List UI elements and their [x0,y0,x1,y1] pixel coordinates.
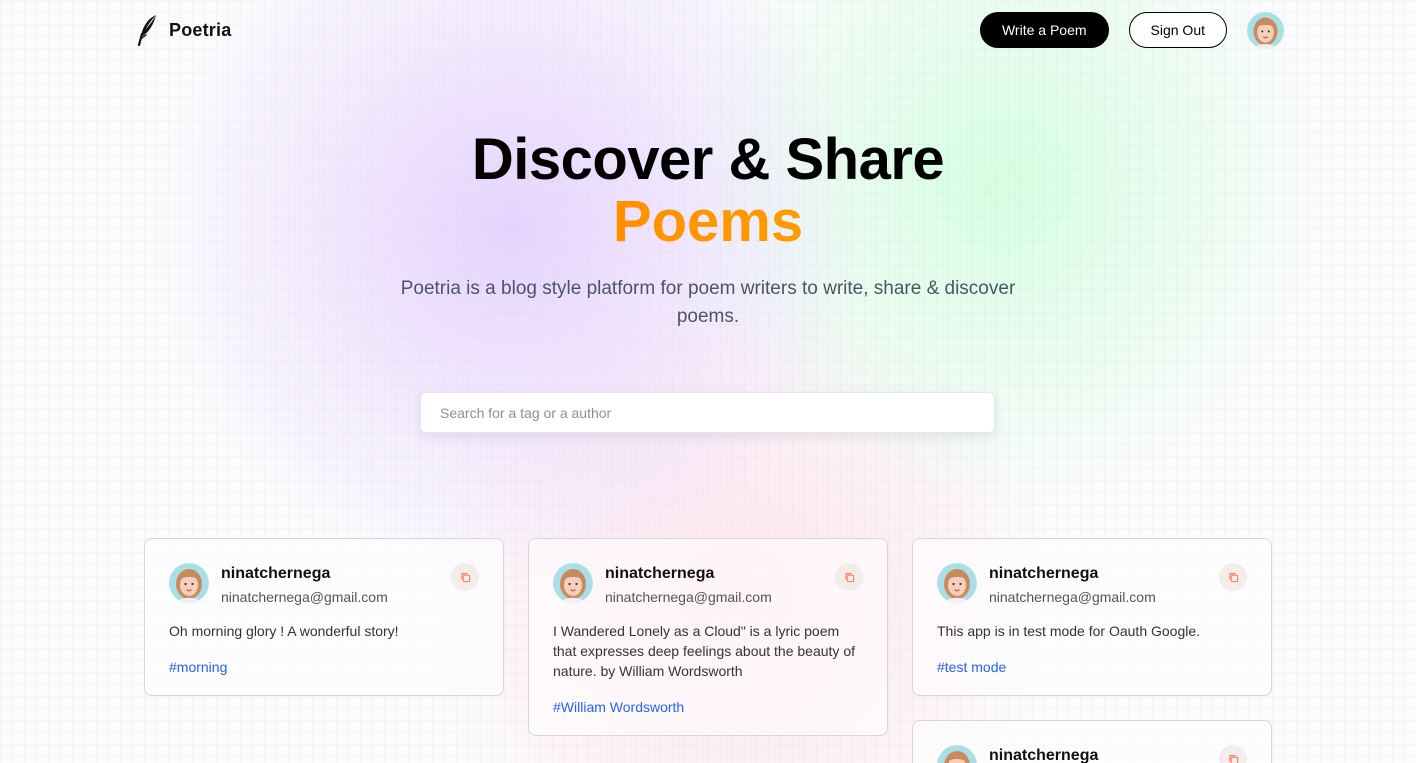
copy-button[interactable] [1219,563,1247,591]
copy-icon [1228,754,1238,763]
copy-button[interactable] [1219,745,1247,763]
card-header: ninatchernega [937,745,1247,763]
brand-link[interactable]: Poetria [137,14,231,46]
author-username[interactable]: ninatchernega [221,563,451,585]
profile-avatar[interactable] [1247,11,1284,49]
sign-out-button[interactable]: Sign Out [1128,12,1227,48]
poem-tag[interactable]: #William Wordsworth [553,697,684,717]
poem-text: I Wandered Lonely as a Cloud" is a lyric… [553,623,855,679]
author-username[interactable]: ninatchernega [605,563,835,585]
author-email: ninatchernega@gmail.com [605,589,772,605]
top-nav: Poetria Write a Poem Sign Out [137,11,1284,49]
copy-icon [844,572,854,582]
author-username[interactable]: ninatchernega [989,745,1219,763]
poem-tag[interactable]: #test mode [937,657,1006,677]
quill-icon [137,14,159,46]
author-info: ninatchernega ninatchernega@gmail.com [221,563,451,607]
card-header: ninatchernega ninatchernega@gmail.com [169,563,479,607]
author-avatar[interactable] [553,563,593,603]
author-info: ninatchernega ninatchernega@gmail.com [605,563,835,607]
brand-name: Poetria [169,19,232,40]
nav-actions: Write a Poem Sign Out [979,11,1284,49]
app: Poetria Write a Poem Sign Out Discover &… [0,0,1416,763]
hero-title: Discover & Share [471,127,945,192]
poem-text: This app is in test mode for Oauth Googl… [937,623,1201,639]
copy-icon [1228,572,1238,582]
copy-icon [460,572,470,582]
card-header: ninatchernega ninatchernega@gmail.com [553,563,863,607]
write-poem-button[interactable]: Write a Poem [979,12,1109,48]
card-header: ninatchernega ninatchernega@gmail.com [937,563,1247,607]
copy-button[interactable] [451,563,479,591]
author-email: ninatchernega@gmail.com [989,589,1156,605]
author-username[interactable]: ninatchernega [989,563,1219,585]
poem-text: Oh morning glory ! A wonderful story! [169,623,399,639]
poem-card: ninatchernega ninatchernega@gmail.com I … [528,538,888,736]
author-info: ninatchernega ninatchernega@gmail.com [989,563,1219,607]
copy-button[interactable] [835,563,863,591]
search-input[interactable] [420,392,995,433]
poem-tag[interactable]: #morning [169,657,227,677]
hero-title-accent: Poems [0,191,1416,253]
author-email: ninatchernega@gmail.com [221,589,388,605]
hero: Discover & Share Poems Poetria is a blog… [0,129,1416,331]
author-avatar[interactable] [169,563,209,603]
author-avatar[interactable] [937,745,977,763]
poem-card: ninatchernega ninatchernega@gmail.com Oh… [144,538,504,696]
author-info: ninatchernega [989,745,1219,763]
hero-description: Poetria is a blog style platform for poe… [400,278,1016,327]
author-avatar[interactable] [937,563,977,603]
poem-card: ninatchernega ninatchernega@gmail.com Th… [912,538,1272,696]
poem-card: ninatchernega [912,720,1272,763]
